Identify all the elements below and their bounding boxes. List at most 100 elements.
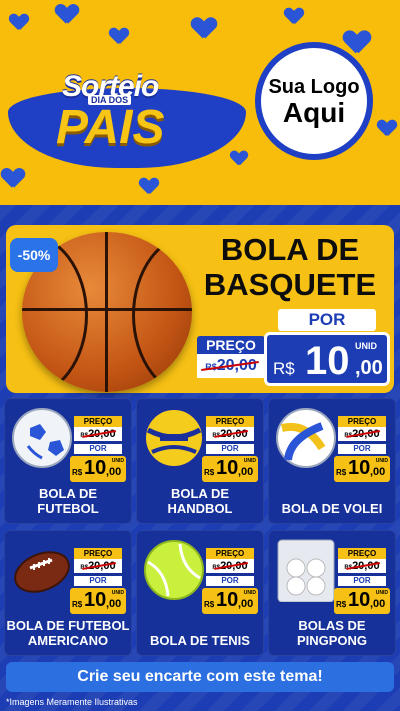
price-tag: PREÇOR$20,00 POR R$10,00 UNID [202, 416, 258, 482]
preco-label: PREÇO [338, 548, 386, 559]
product-name-line1: BOLA DE TENIS [150, 633, 250, 648]
product-name: BOLAS DE PINGPONG [268, 618, 396, 648]
featured-price: R$ UNID 10 ,00 [264, 332, 390, 386]
soccer-ball-icon [10, 406, 74, 470]
new-price: R$ 10,00 UNID [202, 456, 258, 482]
por-label: POR [338, 576, 386, 586]
unid-label: UNID [111, 458, 124, 464]
product-card[interactable]: PREÇOR$20,00 POR R$10,00 UNID BOLAS DEPINGPO… [268, 530, 396, 656]
por-label: POR [74, 444, 122, 454]
american-football-icon [10, 538, 74, 602]
price-dec: ,00 [106, 598, 122, 610]
new-price: R$ 10,00 UNID [70, 456, 126, 482]
heart-icon [378, 120, 396, 136]
price-int: 10 [216, 589, 239, 611]
new-price: R$ 10,00 UNID [334, 456, 390, 482]
brand-line2: Aqui [282, 96, 346, 128]
price-dec: ,00 [370, 598, 386, 610]
heart-icon [140, 178, 158, 194]
product-card[interactable]: PREÇOR$20,00 POR R$10,00 UNID BOLA DE TENIS [136, 530, 264, 656]
por-label: POR [206, 444, 254, 454]
price-dec: ,00 [238, 598, 254, 610]
currency: R$ [72, 468, 83, 477]
currency: R$ [336, 468, 347, 477]
preco-label: PREÇO [74, 548, 122, 559]
unid-label: UNID [375, 458, 388, 464]
new-price: R$ 10,00 UNID [70, 588, 126, 614]
volleyball-icon [274, 406, 338, 470]
price-int: 10 [348, 589, 371, 611]
featured-currency: R$ [273, 359, 295, 378]
discount-badge: -50% [10, 238, 58, 272]
product-name: BOLA DE FUTEBOL [4, 486, 132, 516]
price-dec: ,00 [238, 466, 254, 478]
product-name-line1: BOLA DE FUTEBOL [6, 618, 130, 633]
campaign-title-pais: PAIS [56, 101, 165, 154]
featured-name-line2: BASQUETE [203, 267, 377, 302]
heart-icon [344, 31, 369, 53]
product-name-line2: PINGPONG [296, 633, 368, 648]
unid-label: UNID [243, 590, 256, 596]
featured-por-label: POR [278, 309, 376, 331]
new-price: R$ 10,00 UNID [334, 588, 390, 614]
product-name-line1: BOLA DE [170, 486, 230, 501]
product-name: BOLA DE TENIS [136, 633, 264, 648]
unid-label: UNID [375, 590, 388, 596]
new-price: R$ 10,00 UNID [202, 588, 258, 614]
old-price: R$20,00 [206, 559, 254, 573]
price-dec: ,00 [370, 466, 386, 478]
brand-line1: Sua Logo [268, 75, 360, 98]
product-name-line1: BOLAS DE [298, 618, 366, 633]
brand-logo-placeholder: Sua Logo Aqui [255, 42, 373, 160]
product-card[interactable]: PREÇOR$20,00 POR R$10,00 UNID BOLA DEFUTEBOL [4, 398, 132, 524]
price-int: 10 [84, 589, 107, 611]
featured-unid-label: UNID [355, 341, 377, 351]
heart-icon [2, 168, 24, 187]
currency: R$ [336, 600, 347, 609]
featured-name-line1: BOLA DE [220, 232, 360, 267]
old-price: R$20,00 [74, 559, 122, 573]
heart-icon [110, 28, 128, 44]
product-name-line2: HANDBOL [167, 501, 233, 516]
tennis-ball-icon [142, 538, 206, 602]
old-price: R$20,00 [74, 427, 122, 441]
featured-old-price: PREÇO R$20,00 [197, 336, 265, 380]
preco-label: PREÇO [206, 548, 254, 559]
currency: R$ [72, 600, 83, 609]
unid-label: UNID [243, 458, 256, 464]
old-price: R$20,00 [338, 427, 386, 441]
product-card[interactable]: PREÇOR$20,00 POR R$10,00 UNID BOLA DE FUTEBO… [4, 530, 132, 656]
pingpong-balls-icon [274, 538, 338, 603]
featured-price-int: 10 [305, 339, 350, 383]
product-name: BOLA DE VOLEI [268, 501, 396, 516]
por-label: POR [74, 576, 122, 586]
product-name: BOLA DE FUTEBOL AMERICANO [4, 618, 132, 648]
campaign-logo: Sorteio DIA DOS PAIS [8, 48, 246, 168]
product-name-line2: FUTEBOL [37, 501, 99, 516]
old-price: R$20,00 [338, 559, 386, 573]
heart-icon [56, 4, 78, 23]
price-dec: ,00 [106, 466, 122, 478]
por-label: POR [206, 576, 254, 586]
price-tag: PREÇOR$20,00 POR R$10,00 UNID [70, 548, 126, 614]
price-tag: PREÇOR$20,00 POR R$10,00 UNID [202, 548, 258, 614]
disclaimer-text: *Imagens Meramente Ilustrativas [6, 697, 138, 707]
featured-price-dec: ,00 [355, 357, 383, 379]
unid-label: UNID [111, 590, 124, 596]
heart-icon [10, 14, 28, 30]
heart-icon [192, 18, 215, 39]
product-card[interactable]: PREÇOR$20,00 POR R$10,00 UNID BOLA DEHANDBOL [136, 398, 264, 524]
create-flyer-button[interactable]: Crie seu encarte com este tema! [6, 662, 394, 692]
old-price: R$20,00 [206, 427, 254, 441]
heart-icon [285, 8, 303, 24]
product-name-line1: BOLA DE VOLEI [281, 501, 383, 516]
featured-product-name: BOLA DE BASQUETE [200, 232, 380, 302]
currency: R$ [204, 468, 215, 477]
preco-label: PREÇO [206, 416, 254, 427]
price-int: 10 [348, 457, 371, 479]
product-name: BOLA DE HANDBOL [136, 486, 264, 516]
currency: R$ [204, 600, 215, 609]
featured-preco-label: PREÇO [197, 336, 265, 354]
product-card[interactable]: PREÇOR$20,00 POR R$10,00 UNID BOLA DE VOLEI [268, 398, 396, 524]
product-name-line2: AMERICANO [27, 633, 109, 648]
